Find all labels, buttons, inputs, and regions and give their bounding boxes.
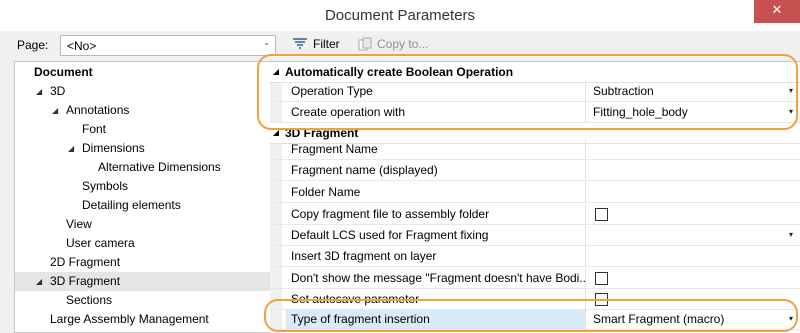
page-selector-bar: Page: <No> ⌄ [0, 31, 282, 60]
tree-item-user-camera[interactable]: User camera [15, 234, 280, 253]
property-row-default-lcs[interactable]: Default LCS used for Fragment fixing ▾ [270, 225, 800, 246]
window-title: Document Parameters [324, 7, 476, 24]
property-name: Default LCS used for Fragment fixing [286, 225, 586, 245]
tree-item-label: Large Assembly Management [50, 312, 209, 326]
tree-item-font[interactable]: Font [15, 120, 280, 139]
property-row-operation-type[interactable]: Operation Type Subtraction ▾ [270, 81, 800, 102]
tree-item-label: 3D [50, 84, 66, 98]
property-row-insert-on-layer[interactable]: Insert 3D fragment on layer [270, 246, 800, 267]
property-value: Fitting_hole_body [593, 105, 688, 119]
property-row-copy-fragment-file[interactable]: Copy fragment file to assembly folder [270, 204, 800, 225]
category-boolean-operation[interactable]: ◢ Automatically create Boolean Operation [270, 62, 800, 83]
expand-arrow-icon[interactable]: ◢ [52, 101, 62, 120]
copy-fragment-file-cell [587, 204, 800, 224]
property-row-fragment-name[interactable]: Fragment Name [270, 139, 800, 160]
category-label: Automatically create Boolean Operation [285, 65, 514, 79]
parameter-tree[interactable]: Document ◢ 3D ◢ Annotations Font ◢ Dimen… [14, 61, 281, 333]
tree-item-label: Font [82, 122, 107, 136]
tree-item-label: Sections [66, 293, 113, 307]
tree-item-3d-fragment[interactable]: ◢ 3D Fragment [15, 272, 280, 291]
fragment-name-displayed-field[interactable] [587, 160, 800, 180]
expand-arrow-icon[interactable]: ◢ [36, 82, 46, 101]
tree-item-label: Alternative Dimensions [98, 160, 221, 174]
toolbar: Filter Copy to... [282, 31, 800, 60]
copy-to-button[interactable]: Copy to... [358, 37, 428, 51]
property-name: Set autosave parameter [286, 289, 586, 309]
tree-item-annotations[interactable]: ◢ Annotations [15, 101, 280, 120]
dropdown-arrow-icon[interactable]: ▾ [789, 81, 793, 101]
page-select-value: <No> [67, 39, 97, 53]
property-name: Folder Name [286, 182, 586, 202]
property-name: Don't show the message "Fragment doesn't… [286, 268, 586, 288]
dont-show-message-cell [587, 268, 800, 288]
tree-item-large-assembly-management[interactable]: Large Assembly Management [15, 310, 280, 329]
property-name: Type of fragment insertion [286, 309, 586, 329]
property-row-create-operation-with[interactable]: Create operation with Fitting_hole_body … [270, 102, 800, 123]
tree-item-label: 3D Fragment [50, 274, 121, 288]
tree-item-detailing-elements[interactable]: Detailing elements [15, 196, 280, 215]
expand-arrow-icon[interactable]: ◢ [68, 139, 78, 158]
dropdown-arrow-icon[interactable]: ▾ [789, 225, 793, 245]
copy-label: Copy to... [377, 37, 429, 51]
property-name: Fragment Name [286, 139, 586, 159]
close-button[interactable]: ✕ [754, 0, 800, 23]
chevron-down-icon: ⌄ [263, 38, 270, 47]
tree-item-label: 2D Fragment [50, 255, 121, 269]
default-lcs-dropdown[interactable]: ▾ [587, 225, 800, 245]
dropdown-arrow-icon[interactable]: ▾ [789, 309, 793, 329]
property-row-fragment-name-displayed[interactable]: Fragment name (displayed) [270, 160, 800, 181]
property-row-dont-show-message[interactable]: Don't show the message "Fragment doesn't… [270, 268, 800, 289]
tree-item-2d-fragment[interactable]: 2D Fragment [15, 253, 280, 272]
tree-item-label: View [66, 217, 92, 231]
autosave-checkbox[interactable] [595, 293, 608, 306]
copy-fragment-checkbox[interactable] [595, 208, 608, 221]
page-label: Page: [17, 38, 49, 52]
tree-item-3d[interactable]: ◢ 3D [15, 82, 280, 101]
dont-show-message-checkbox[interactable] [595, 272, 608, 285]
folder-name-field[interactable] [587, 182, 800, 202]
property-value: Subtraction [593, 84, 654, 98]
tree-item-view[interactable]: View [15, 215, 280, 234]
tree-item-sections[interactable]: Sections [15, 291, 280, 310]
collapse-arrow-icon[interactable]: ◢ [270, 62, 282, 82]
property-name: Create operation with [286, 102, 586, 122]
property-row-type-of-fragment-insertion[interactable]: Type of fragment insertion Smart Fragmen… [270, 309, 800, 330]
autosave-cell [587, 289, 800, 309]
tree-item-label: Document [34, 65, 93, 79]
tree-item-dimensions[interactable]: ◢ Dimensions [15, 139, 280, 158]
tree-item-label: Symbols [82, 179, 129, 193]
property-row-folder-name[interactable]: Folder Name [270, 182, 800, 203]
fragment-name-field[interactable] [587, 139, 800, 159]
property-name: Insert 3D fragment on layer [286, 246, 586, 266]
property-row-autosave[interactable]: Set autosave parameter [270, 289, 800, 310]
tree-item-label: Annotations [66, 103, 130, 117]
property-grid[interactable]: ◢ Automatically create Boolean Operation… [270, 61, 800, 333]
filter-icon [293, 38, 307, 49]
insert-on-layer-field[interactable] [587, 246, 800, 266]
fragment-insertion-dropdown[interactable]: Smart Fragment (macro) ▾ [587, 309, 800, 329]
tree-item-label: Detailing elements [82, 198, 181, 212]
filter-button[interactable]: Filter [292, 37, 340, 51]
expand-arrow-icon[interactable]: ◢ [36, 272, 46, 291]
property-value: Smart Fragment (macro) [593, 312, 725, 326]
tree-item-label: User camera [66, 236, 135, 250]
tree-item-document[interactable]: Document [15, 63, 280, 82]
copy-icon [358, 37, 372, 51]
filter-label: Filter [313, 37, 340, 51]
operation-type-dropdown[interactable]: Subtraction ▾ [587, 81, 800, 101]
tree-item-alternative-dimensions[interactable]: Alternative Dimensions [15, 158, 280, 177]
tree-item-label: Dimensions [82, 141, 145, 155]
title-bar: Document Parameters ✕ [0, 0, 800, 31]
page-select[interactable]: <No> ⌄ [60, 35, 276, 56]
tree-item-symbols[interactable]: Symbols [15, 177, 280, 196]
property-name: Fragment name (displayed) [286, 160, 586, 180]
property-name: Copy fragment file to assembly folder [286, 204, 586, 224]
dropdown-arrow-icon[interactable]: ▾ [789, 102, 793, 122]
property-name: Operation Type [286, 81, 586, 101]
create-operation-dropdown[interactable]: Fitting_hole_body ▾ [587, 102, 800, 122]
